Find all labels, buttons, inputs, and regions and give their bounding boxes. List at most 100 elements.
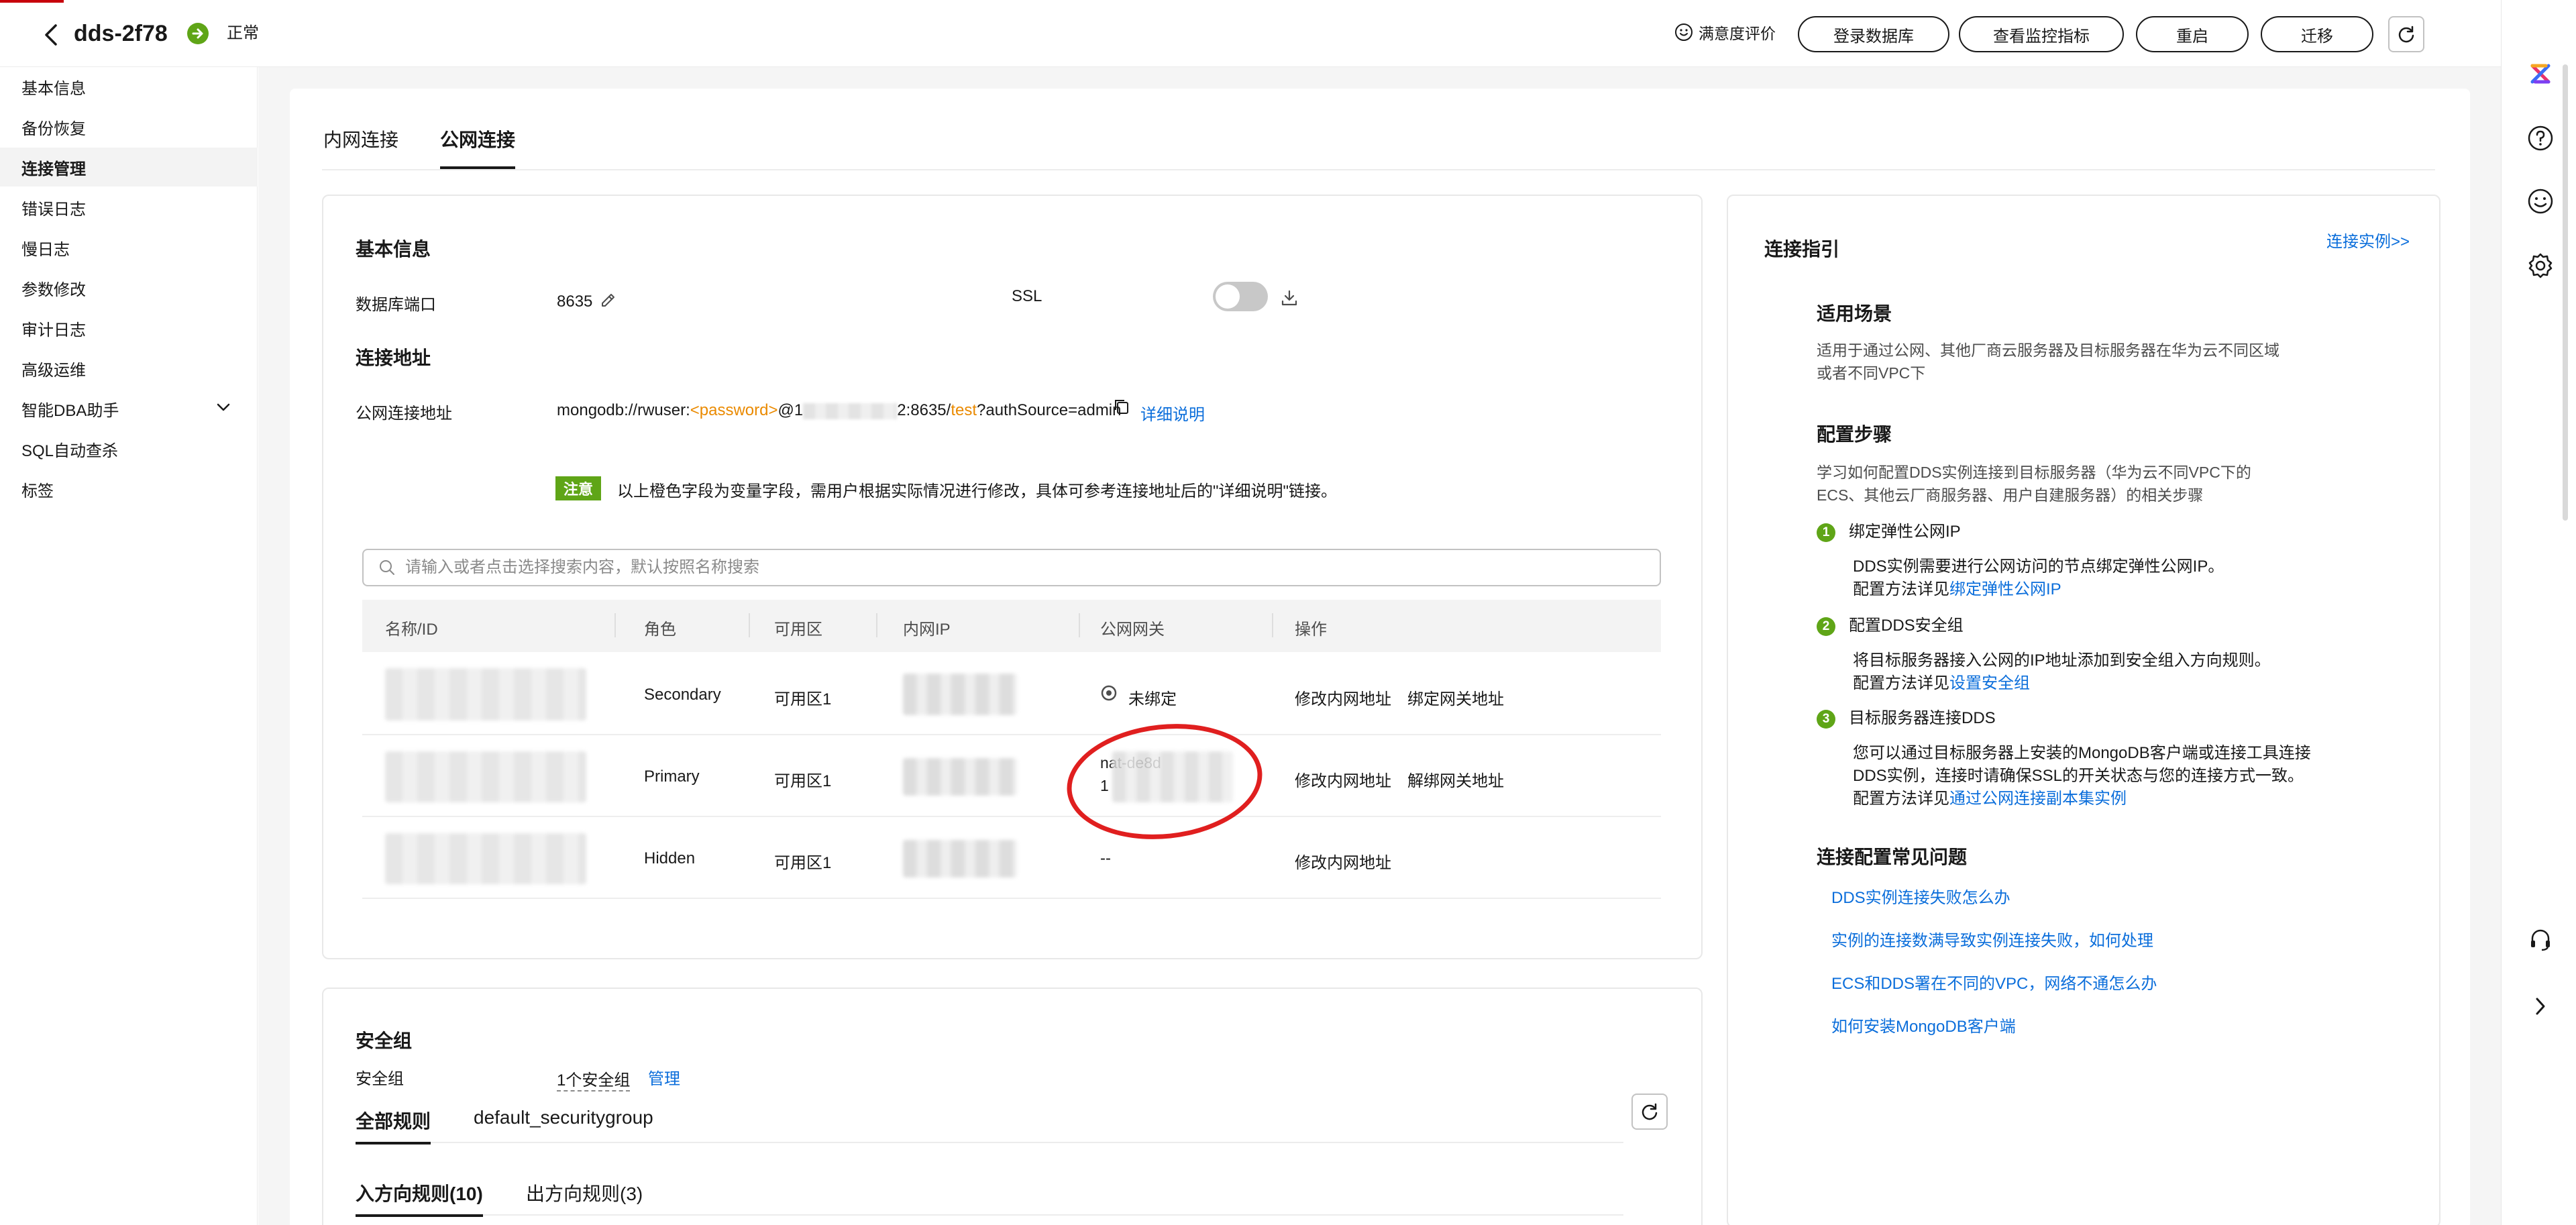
col-divider — [749, 613, 750, 637]
sidebar-item-slow-log[interactable]: 慢日志 — [0, 228, 258, 267]
back-icon[interactable] — [35, 19, 67, 51]
table-row: Primary 可用区1 nat-de8d 1 修改内网地址 解绑网关地址 — [362, 735, 1661, 817]
addr-mid: 2:8635/ — [897, 401, 951, 419]
download-cert-icon[interactable] — [1280, 288, 1299, 307]
sidebar-item-sql-kill[interactable]: SQL自动查杀 — [0, 429, 258, 468]
col-divider — [876, 613, 877, 637]
step-link[interactable]: 设置安全组 — [1949, 674, 2030, 692]
row-role: Secondary — [644, 686, 721, 704]
step-desc: 将目标服务器接入公网的IP地址添加到安全组入方向规则。 — [1853, 651, 2271, 670]
search-icon — [378, 559, 396, 576]
refresh-button[interactable] — [1631, 1094, 1668, 1130]
conn-addr-title: 连接地址 — [356, 348, 431, 368]
help-icon[interactable] — [2526, 123, 2555, 153]
sidebar-item-dba-assistant[interactable]: 智能DBA助手 — [0, 389, 258, 428]
tab-private[interactable]: 内网连接 — [323, 125, 398, 169]
col-divider — [1079, 613, 1080, 637]
faq-link[interactable]: 如何安装MongoDB客户端 — [1831, 1013, 2016, 1036]
faq-link[interactable]: 实例的连接数满导致实例连接失败，如何处理 — [1831, 927, 2153, 951]
scene-title: 适用场景 — [1817, 303, 1892, 324]
node-search[interactable] — [362, 549, 1661, 586]
copy-icon[interactable] — [1112, 397, 1131, 416]
satisfaction-link[interactable]: 满意度评价 — [1674, 20, 1776, 44]
sidebar-item-tags[interactable]: 标签 — [0, 470, 258, 509]
table-row: Hidden 可用区1 -- 修改内网地址 — [362, 817, 1661, 899]
feedback-smile-icon[interactable] — [2526, 187, 2555, 216]
step-method: 配置方法详见设置安全组 — [1853, 672, 2030, 695]
security-manage-link[interactable]: 管理 — [648, 1065, 680, 1089]
faq-link[interactable]: ECS和DDS署在不同的VPC，网络不通怎么办 — [1831, 970, 2157, 994]
tab-outbound[interactable]: 出方向规则(3) — [526, 1179, 643, 1206]
divider — [356, 1214, 1623, 1216]
instance-name: dds-2f78 — [74, 21, 168, 46]
faq-title: 连接配置常见问题 — [1817, 847, 1968, 867]
notice-text: 以上橙色字段为变量字段，需用户根据实际情况进行修改，具体可参考连接地址后的"详细… — [617, 482, 1338, 500]
col-name: 名称/ID — [385, 621, 438, 639]
step-title: 配置DDS安全组 — [1849, 617, 1964, 635]
expand-chevron-icon[interactable] — [2526, 992, 2555, 1021]
sidebar-item-connection[interactable]: 连接管理 — [0, 148, 258, 187]
port-label: 数据库端口 — [356, 296, 436, 314]
divider — [356, 1142, 1623, 1143]
view-metrics-button[interactable]: 查看监控指标 — [1959, 16, 2124, 52]
rail-scrollbar[interactable] — [2563, 64, 2568, 521]
redacted-name — [385, 668, 586, 721]
security-count[interactable]: 1个安全组 — [557, 1067, 631, 1091]
tab-public[interactable]: 公网连接 — [440, 125, 516, 169]
modify-private-ip-link[interactable]: 修改内网地址 — [1295, 767, 1391, 791]
search-input[interactable] — [405, 558, 1660, 577]
headset-support-icon[interactable] — [2526, 924, 2555, 954]
refresh-button[interactable] — [2388, 16, 2424, 52]
sidebar-item-audit-log[interactable]: 审计日志 — [0, 309, 258, 348]
sidebar-item-backup[interactable]: 备份恢复 — [0, 107, 258, 146]
addr-db-var: test — [951, 401, 977, 419]
bind-gateway-link[interactable]: 绑定网关地址 — [1407, 686, 1504, 709]
step-link[interactable]: 绑定弹性公网IP — [1949, 580, 2061, 598]
detail-link[interactable]: 详细说明 — [1140, 401, 1205, 425]
step-desc: DDS实例需要进行公网访问的节点绑定弹性公网IP。 — [1853, 557, 2224, 576]
toggle-knob — [1216, 284, 1240, 309]
port-value: 8635 — [557, 292, 593, 311]
row-az: 可用区1 — [774, 772, 832, 790]
restart-button[interactable]: 重启 — [2136, 16, 2249, 52]
migrate-button[interactable]: 迁移 — [2261, 16, 2373, 52]
col-divider — [614, 613, 616, 637]
brand-logo-icon[interactable] — [2526, 59, 2555, 89]
tab-default-sg[interactable]: default_securitygroup — [474, 1107, 653, 1128]
satisfaction-label: 满意度评价 — [1699, 25, 1776, 42]
modify-private-ip-link[interactable]: 修改内网地址 — [1295, 686, 1391, 709]
unbind-gateway-link[interactable]: 解绑网关地址 — [1407, 767, 1504, 791]
tab-all-rules[interactable]: 全部规则 — [356, 1107, 431, 1144]
step-method: 配置方法详见绑定弹性公网IP — [1853, 578, 2061, 601]
login-db-button[interactable]: 登录数据库 — [1798, 16, 1949, 52]
brand-strip — [0, 0, 64, 3]
col-divider — [1272, 613, 1273, 637]
row-az: 可用区1 — [774, 690, 832, 708]
addr-prefix: mongodb://rwuser: — [557, 401, 690, 419]
status-ok-icon — [186, 22, 209, 45]
tab-inbound[interactable]: 入方向规则(10) — [356, 1179, 483, 1217]
step-number: 3 — [1817, 710, 1835, 729]
guide-title: 连接指引 — [1764, 239, 1840, 260]
refresh-icon — [2397, 25, 2416, 44]
edit-port-icon[interactable] — [600, 291, 617, 309]
sidebar-item-error-log[interactable]: 错误日志 — [0, 188, 258, 227]
steps-title: 配置步骤 — [1817, 424, 1892, 445]
smile-icon — [1674, 23, 1693, 42]
step-method: 配置方法详见通过公网连接副本集实例 — [1853, 788, 2127, 810]
table-row: Secondary 可用区1 未绑定 修改内网地址 绑定网关地址 — [362, 653, 1661, 735]
basic-info-title: 基本信息 — [356, 239, 431, 260]
sidebar-item-params[interactable]: 参数修改 — [0, 268, 258, 307]
security-title: 安全组 — [356, 1030, 413, 1051]
ssl-toggle[interactable] — [1213, 282, 1268, 311]
method-text: 配置方法详见 — [1853, 674, 1949, 692]
step-desc: DDS实例，连接时请确保SSL的开关状态与您的连接方式一致。 — [1853, 767, 2304, 785]
connect-instance-link[interactable]: 连接实例>> — [2326, 228, 2410, 252]
col-private-ip: 内网IP — [903, 621, 951, 639]
faq-link[interactable]: DDS实例连接失败怎么办 — [1831, 884, 2010, 908]
settings-gear-icon[interactable] — [2526, 251, 2555, 280]
sidebar-item-basic-info[interactable]: 基本信息 — [0, 67, 258, 106]
sidebar-item-advanced-ops[interactable]: 高级运维 — [0, 349, 258, 388]
modify-private-ip-link[interactable]: 修改内网地址 — [1295, 849, 1391, 873]
step-link[interactable]: 通过公网连接副本集实例 — [1949, 790, 2127, 808]
